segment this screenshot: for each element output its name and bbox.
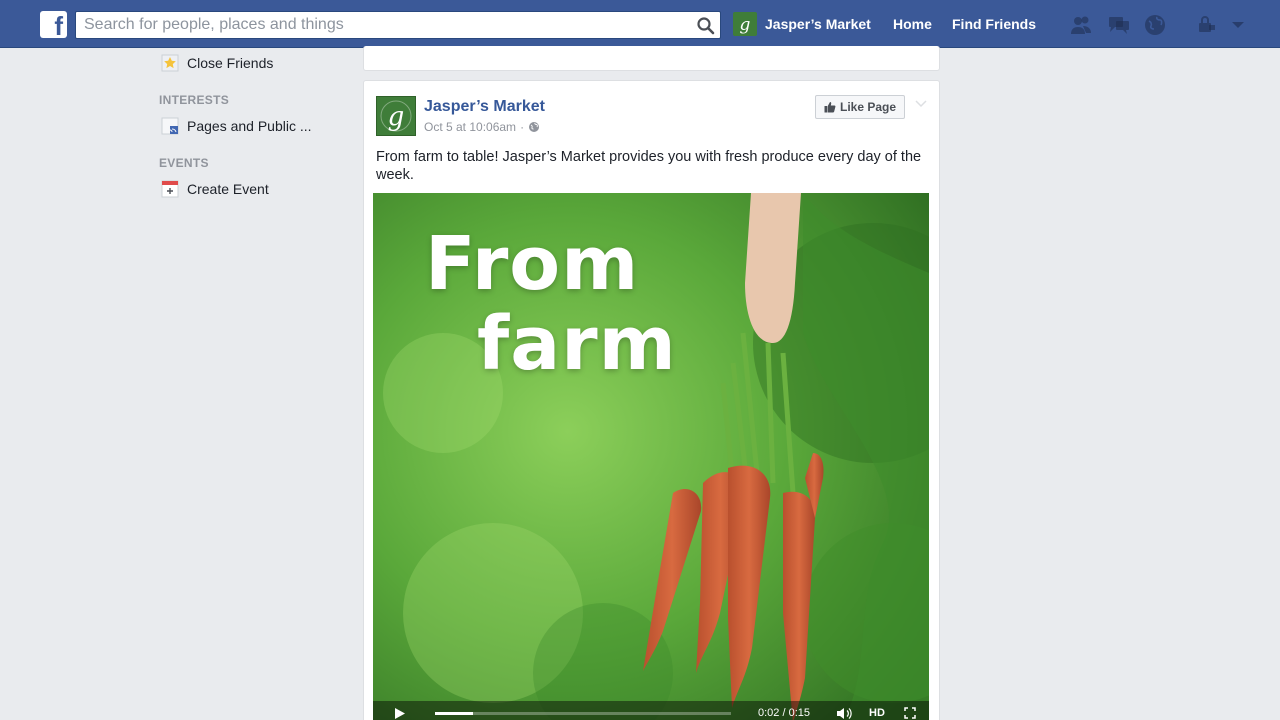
calendar-plus-icon [160,180,180,198]
post-message: From farm to table! Jasper’s Market prov… [376,149,922,183]
notifications-globe-icon[interactable] [1143,13,1167,37]
jaspers-logo-icon: g [380,100,412,132]
video-time: 0:02 / 0:15 [758,707,810,719]
sidebar-item-label: Pages and Public ... [187,118,312,134]
top-navigation-bar: f g Jasper’s Market Home Find Friends [0,0,1280,48]
video-progress-fill [435,712,474,715]
volume-icon[interactable] [836,707,852,720]
nav-home-link[interactable]: Home [893,16,932,32]
search-icon[interactable] [696,16,716,36]
nav-page-link[interactable]: Jasper’s Market [765,16,871,32]
search-box [75,11,721,39]
fullscreen-icon[interactable] [904,707,916,719]
post-video[interactable]: From farm 0:02 / 0:15 HD [373,193,929,720]
interests-section-header: INTERESTS [159,93,230,107]
public-globe-icon[interactable] [528,121,540,133]
page-profile-thumbnail[interactable]: g [733,12,757,36]
like-page-label: Like Page [839,100,897,114]
post-options-chevron-icon[interactable] [914,97,928,111]
account-menu-chevron-icon[interactable] [1226,13,1250,37]
video-progress-track[interactable] [435,712,731,715]
svg-text:g: g [740,15,751,35]
friend-requests-icon[interactable] [1069,13,1093,37]
video-overlay-line1: From [425,221,640,307]
post-page-name-link[interactable]: Jasper’s Market [424,98,545,116]
sidebar-item-close-friends[interactable]: Close Friends [160,54,273,72]
messages-icon[interactable] [1107,13,1131,37]
thumbs-up-icon [824,102,836,113]
video-controls: 0:02 / 0:15 HD [373,701,929,720]
search-input[interactable] [76,12,676,38]
sidebar-item-label: Close Friends [187,55,274,71]
sidebar-item-label: Create Event [187,181,269,197]
page-avatar[interactable]: g [376,96,416,136]
nav-find-friends-link[interactable]: Find Friends [952,16,1036,32]
like-page-button[interactable]: Like Page [815,95,905,119]
events-section-header: EVENTS [159,156,209,170]
privacy-shortcuts-icon[interactable] [1195,13,1219,37]
video-overlay-line2: farm [477,301,677,387]
previous-post-card-bottom [363,46,940,71]
sidebar-item-pages-public[interactable]: Pages and Public ... [160,117,312,135]
meta-separator: · [520,120,525,134]
pages-feed-icon [160,117,180,135]
hd-toggle[interactable]: HD [869,707,885,719]
svg-text:g: g [388,102,405,132]
post-timestamp-link[interactable]: Oct 5 at 10:06am [424,120,516,134]
sidebar-item-create-event[interactable]: Create Event [160,180,269,198]
facebook-logo-icon[interactable]: f [40,11,67,38]
post-meta: Oct 5 at 10:06am · [424,120,540,134]
star-icon [160,54,180,72]
jaspers-logo-icon: g [740,15,751,35]
play-icon[interactable] [395,708,405,719]
feed-post: g Jasper’s Market Oct 5 at 10:06am · Lik… [363,80,940,720]
